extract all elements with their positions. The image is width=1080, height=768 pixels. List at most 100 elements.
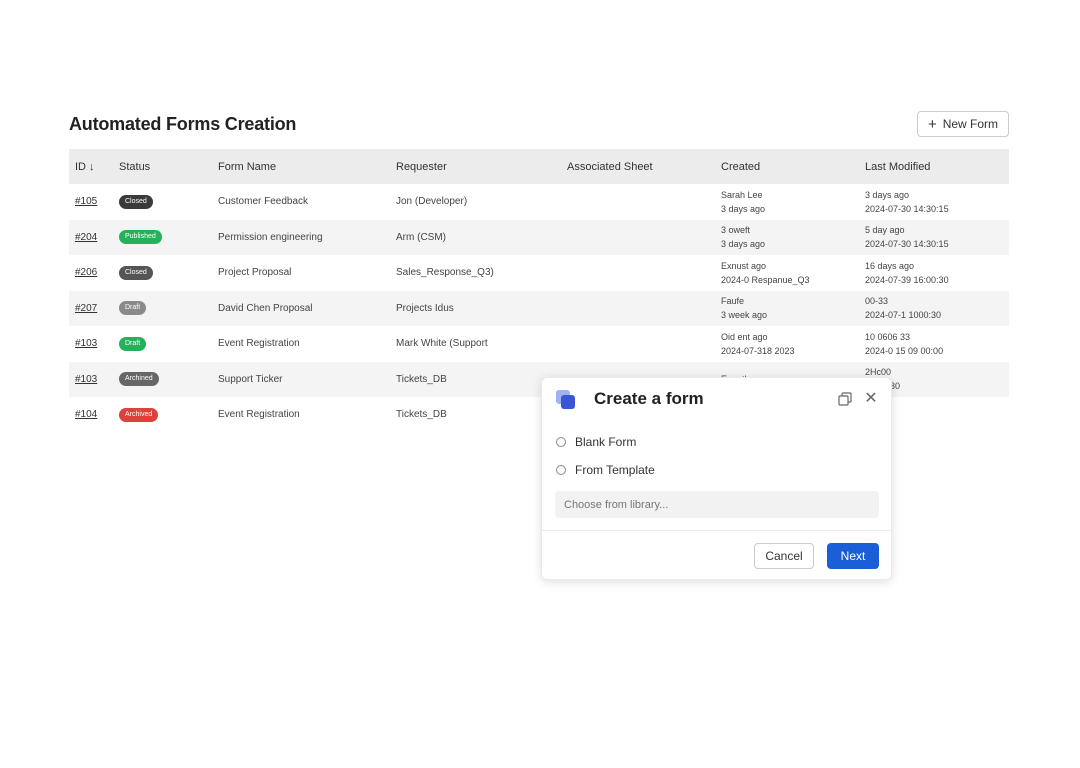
table-row[interactable]: #206 Closed Project Proposal Sales_Response… xyxy=(69,255,1009,291)
create-form-dialog: Create a form ✕ Blank Form From Template… xyxy=(541,377,892,580)
created-line-2: 2024-0 Respanue_Q3 xyxy=(721,274,810,285)
table-row[interactable]: #105 Closed Customer Feedback Jon (Develope… xyxy=(69,184,1009,220)
column-header-requester[interactable]: Requester xyxy=(390,149,561,184)
cell-associated-sheet xyxy=(561,326,715,362)
column-header-last-modified[interactable]: Last Modified xyxy=(859,149,1009,184)
cell-associated-sheet xyxy=(561,290,715,326)
created-line-2: 2024-07-318 2023 xyxy=(721,345,795,356)
cell-created: Faufe 3 week ago xyxy=(715,290,859,326)
form-id-link[interactable]: #206 xyxy=(75,267,97,278)
form-id-link[interactable]: #204 xyxy=(75,232,97,243)
cell-id[interactable]: #206 xyxy=(69,255,113,291)
from-template-option[interactable]: From Template xyxy=(556,463,655,477)
form-id-link[interactable]: #103 xyxy=(75,374,97,385)
cell-associated-sheet xyxy=(561,255,715,291)
cell-id[interactable]: #105 xyxy=(69,184,113,220)
cell-status: Draft xyxy=(113,290,212,326)
blank-form-radio[interactable] xyxy=(556,437,566,447)
form-id-link[interactable]: #104 xyxy=(75,409,97,420)
cell-requester: Sales_Response_Q3) xyxy=(396,267,494,279)
table-row[interactable]: #207 Draft David Chen Proposal Projects Idu… xyxy=(69,290,1009,326)
column-header-id[interactable]: ID ↓ xyxy=(69,149,113,184)
cell-last-modified: 16 days ago 2024-07-39 16:00:30 xyxy=(859,255,1009,291)
status-badge: Draft xyxy=(119,336,147,351)
created-line-2: 3 days ago xyxy=(721,239,766,250)
cell-created: Sarah Lee 3 days ago xyxy=(715,184,859,220)
created-line-2: 3 days ago xyxy=(721,203,766,214)
cell-created: 3 oweft 3 days ago xyxy=(715,219,859,255)
cell-requester: Jon (Developer) xyxy=(396,196,468,208)
status-badge: Closed xyxy=(119,265,153,280)
cell-status: Published xyxy=(113,219,212,255)
plus-icon: + xyxy=(927,115,937,133)
next-button[interactable]: Next xyxy=(827,543,879,569)
cell-last-modified: 00-33 2024-07-1 1000:30 xyxy=(859,290,1009,326)
status-badge: Published xyxy=(119,230,162,245)
cell-status: Closed xyxy=(113,255,212,291)
cell-created: Oid ent ago 2024-07-318 2023 xyxy=(715,326,859,362)
cell-form-name: Permission engineering xyxy=(212,219,390,255)
new-form-button[interactable]: + New Form xyxy=(917,111,1009,137)
cell-associated-sheet xyxy=(561,184,715,220)
cell-form-name: Event Registration xyxy=(218,338,300,350)
table-row[interactable]: #103 Draft Event Registration Mark White (S… xyxy=(69,326,1009,362)
page-title: Automated Forms Creation xyxy=(69,114,297,134)
cell-id[interactable]: #207 xyxy=(69,290,113,326)
column-header-status[interactable]: Status xyxy=(113,149,212,184)
cell-last-modified: 3 days ago 2024-07-30 14:30:15 xyxy=(859,184,1009,220)
column-header-associated-sheet[interactable]: Associated Sheet xyxy=(561,149,715,184)
form-id-link[interactable]: #207 xyxy=(75,303,97,314)
created-line-1: Faufe xyxy=(721,296,745,307)
cell-form-name: Event Registration xyxy=(218,409,300,421)
cell-last-modified: 10 0606 33 2024-0 15 09 00:00 xyxy=(859,326,1009,362)
modified-line-2: 2024-07-1 1000:30 xyxy=(865,310,942,321)
close-icon[interactable]: ✕ xyxy=(863,391,879,407)
table-header-row: ID ↓ Status Form Name Requester Associat… xyxy=(69,149,1009,184)
cell-id[interactable]: #103 xyxy=(69,361,113,397)
cell-id[interactable]: #104 xyxy=(69,397,113,433)
modified-line-2: 2024-0 15 09 00:00 xyxy=(865,345,944,356)
modified-line-1: 00-33 xyxy=(865,296,889,307)
cell-id[interactable]: #103 xyxy=(69,326,113,362)
created-line-1: Sarah Lee xyxy=(721,189,763,200)
form-id-link[interactable]: #103 xyxy=(75,338,97,349)
cell-form-name: David Chen Proposal xyxy=(212,290,390,326)
created-line-1: Exnust ago xyxy=(721,260,767,271)
cell-requester: Arm (CSM) xyxy=(390,219,561,255)
dialog-title: Create a form xyxy=(594,389,704,408)
new-form-label: New Form xyxy=(942,117,999,131)
cell-status: Draft xyxy=(113,326,212,362)
cell-status: Archined xyxy=(113,361,212,397)
cell-requester: Mark White (Support xyxy=(396,338,488,350)
blank-form-label: Blank Form xyxy=(575,435,637,449)
restore-window-icon[interactable] xyxy=(838,392,852,406)
column-header-created[interactable]: Created xyxy=(715,149,859,184)
blank-form-option[interactable]: Blank Form xyxy=(556,435,636,449)
cell-requester: Projects Idus xyxy=(390,290,561,326)
modified-line-2: 2024-07-30 14:30:15 xyxy=(865,239,949,250)
status-badge: Closed xyxy=(119,194,153,209)
modified-line-1: 16 days ago xyxy=(865,260,915,271)
cell-associated-sheet xyxy=(561,219,715,255)
column-header-form-name[interactable]: Form Name xyxy=(212,149,390,184)
cell-id[interactable]: #204 xyxy=(69,219,113,255)
cell-requester: Tickets_DB xyxy=(396,409,447,421)
table-row[interactable]: #204 Published Permission engineering Arm (… xyxy=(69,219,1009,255)
cell-created: Exnust ago 2024-0 Respanue_Q3 xyxy=(715,255,859,291)
cell-requester: Tickets_DB xyxy=(390,361,561,397)
form-logo-icon xyxy=(556,390,575,409)
form-id-link[interactable]: #105 xyxy=(75,196,97,207)
cell-form-name: Support Ticker xyxy=(212,361,390,397)
modified-line-2: 2024-07-39 16:00:30 xyxy=(865,274,949,285)
created-line-2: 3 week ago xyxy=(721,310,768,321)
modified-line-2: 2024-07-30 14:30:15 xyxy=(865,203,949,214)
modified-line-1: 5 day ago xyxy=(865,225,905,236)
cell-form-name: Project Proposal xyxy=(218,267,292,279)
modified-line-1: 10 0606 33 xyxy=(865,331,911,342)
library-search-input[interactable] xyxy=(555,491,879,518)
cancel-button[interactable]: Cancel xyxy=(754,543,814,569)
cell-form-name: Customer Feedback xyxy=(218,196,309,208)
created-line-1: 3 oweft xyxy=(721,225,751,236)
from-template-radio[interactable] xyxy=(556,465,566,475)
status-badge: Archived xyxy=(119,407,159,422)
